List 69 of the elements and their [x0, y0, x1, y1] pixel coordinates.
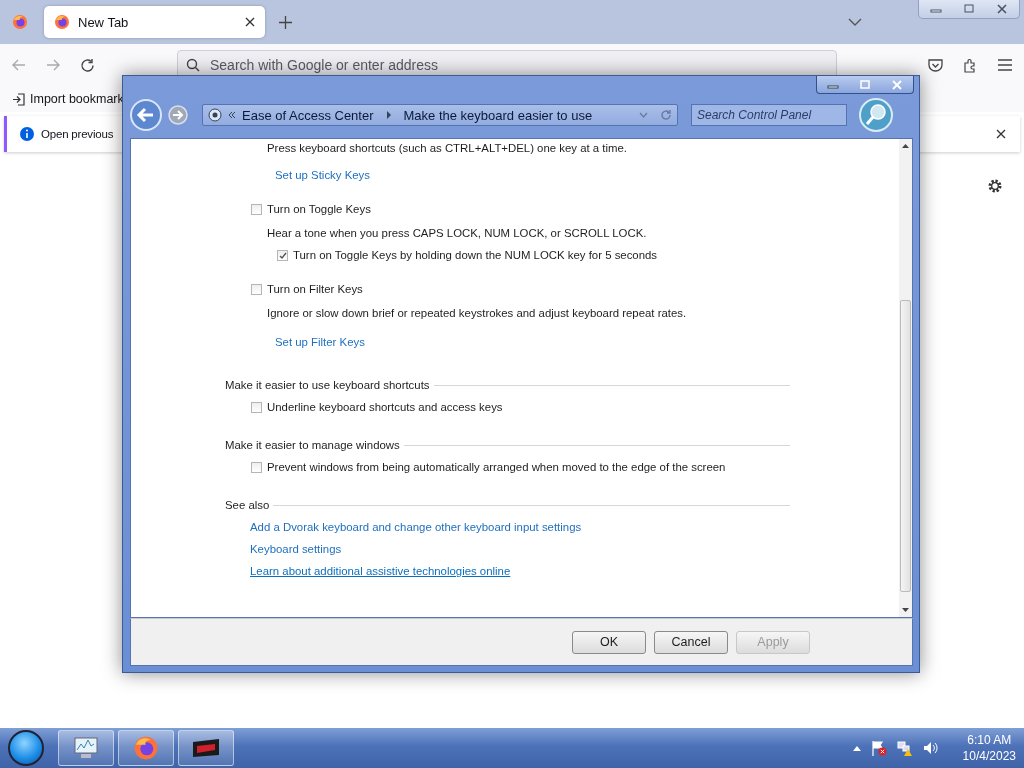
- scrollbar[interactable]: [899, 139, 912, 617]
- maximize-icon[interactable]: [963, 4, 975, 14]
- description-text: Ignore or slow down brief or repeated keystrokes and adjust keyboard repeat rates.: [266, 306, 688, 321]
- link[interactable]: Add a Dvorak keyboard and change other keyboard input settings: [250, 520, 582, 535]
- time-text: 6:10 AM: [967, 732, 1012, 748]
- date-text: 10/4/2023: [962, 748, 1016, 764]
- browser-tab[interactable]: New Tab: [44, 6, 265, 38]
- checkbox-label[interactable]: Underline keyboard shortcuts and access keys: [267, 400, 503, 415]
- network-icon[interactable]: [896, 740, 913, 756]
- reload-icon[interactable]: [80, 57, 95, 73]
- checkbox[interactable]: [251, 402, 262, 413]
- firefox-icon: [12, 14, 28, 30]
- checkbox-label[interactable]: Turn on Toggle Keys by holding down the NUM LOCK key for 5 seconds: [293, 248, 658, 263]
- checkbox[interactable]: [251, 462, 262, 473]
- bookmark-item[interactable]: Import bookmark: [30, 92, 124, 106]
- checkbox[interactable]: [251, 284, 262, 295]
- section-heading: See also: [225, 498, 270, 513]
- extensions-icon[interactable]: [963, 57, 978, 73]
- dialog-button[interactable]: OK: [572, 630, 646, 654]
- scroll-up-icon[interactable]: [902, 143, 909, 148]
- double-chevron-icon: [228, 111, 236, 119]
- search-field[interactable]: Search Control Panel: [691, 104, 847, 126]
- link[interactable]: Learn about additional assistive technologies online: [250, 564, 511, 579]
- close-icon[interactable]: [996, 129, 1006, 139]
- control-panel-icon: [208, 108, 222, 122]
- scrollbar-thumb[interactable]: [900, 300, 911, 592]
- scroll-down-icon[interactable]: [902, 608, 909, 613]
- flag-icon[interactable]: [870, 740, 887, 756]
- settings-icon[interactable]: [987, 178, 1003, 194]
- chevron-down-icon[interactable]: [848, 18, 862, 26]
- checkbox-label[interactable]: Turn on Toggle Keys: [267, 202, 371, 217]
- breadcrumb-item[interactable]: Make the keyboard easier to use: [403, 107, 593, 123]
- close-icon[interactable]: [996, 4, 1009, 14]
- import-icon: [12, 92, 25, 106]
- dialog-button[interactable]: Cancel: [654, 630, 728, 654]
- address-placeholder: Search with Google or enter address: [210, 57, 438, 73]
- description-text: Hear a tone when you press CAPS LOCK, NUM LOCK, or SCROLL LOCK.: [266, 226, 648, 241]
- section-heading: Make it easier to use keyboard shortcuts: [225, 378, 430, 393]
- checkbox-label[interactable]: Turn on Filter Keys: [267, 282, 363, 297]
- checkbox[interactable]: [277, 250, 288, 261]
- notification-text: Open previous: [41, 128, 114, 140]
- firefox-icon: [54, 14, 70, 30]
- chevron-right-icon[interactable]: [385, 111, 392, 119]
- taskbar-button[interactable]: [178, 730, 234, 766]
- checkbox-label[interactable]: Prevent windows from being automatically arranged when moved to the edge of the screen: [267, 460, 726, 475]
- close-icon[interactable]: [245, 17, 255, 27]
- new-tab-icon[interactable]: [279, 15, 292, 29]
- link[interactable]: Keyboard settings: [250, 542, 342, 557]
- refresh-icon[interactable]: [660, 109, 672, 121]
- clock[interactable]: 6:10 AM 10/4/2023: [962, 732, 1016, 764]
- checkbox[interactable]: [251, 204, 262, 215]
- pocket-icon[interactable]: [928, 58, 943, 72]
- start-button[interactable]: [8, 730, 44, 766]
- breadcrumb-bar[interactable]: Ease of Access Center Make the keyboard easier to use: [202, 104, 678, 126]
- search-icon[interactable]: [859, 98, 893, 132]
- link[interactable]: Set up Sticky Keys: [275, 168, 370, 183]
- tray-arrow-icon[interactable]: [852, 745, 861, 751]
- menu-icon[interactable]: [998, 59, 1012, 71]
- app-icon: [191, 738, 221, 758]
- section-heading: Make it easier to manage windows: [225, 438, 400, 453]
- search-icon: [186, 58, 200, 72]
- info-icon: [19, 126, 35, 142]
- link[interactable]: Set up Filter Keys: [275, 335, 365, 350]
- monitor-icon: [73, 737, 99, 759]
- description-text: Press keyboard shortcuts (such as CTRL+ALT+DEL) one key at a time.: [266, 141, 628, 156]
- window-controls[interactable]: [816, 76, 914, 94]
- volume-icon[interactable]: [922, 741, 939, 755]
- firefox-icon: [133, 735, 159, 761]
- breadcrumb-item[interactable]: Ease of Access Center: [242, 107, 374, 123]
